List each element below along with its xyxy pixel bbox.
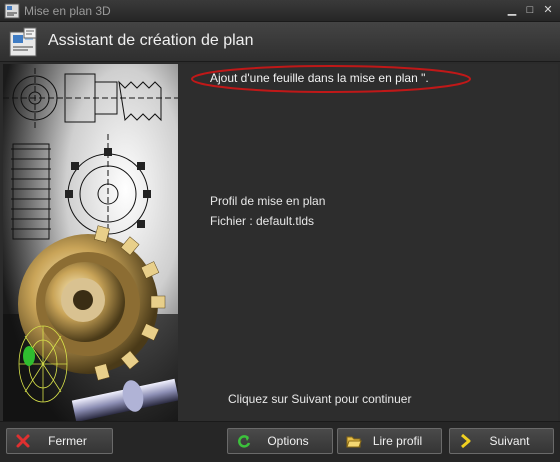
title-bar: Mise en plan 3D ▁ □ ✕ <box>0 0 560 22</box>
wizard-content: Ajout d'une feuille dans la mise en plan… <box>178 64 558 421</box>
wizard-header: Assistant de création de plan <box>0 22 560 62</box>
options-button[interactable]: Options <box>227 428 333 454</box>
load-profile-button[interactable]: Lire profil <box>337 428 442 454</box>
drawing-sheet-icon <box>9 27 37 57</box>
refresh-arrow-icon <box>238 435 251 448</box>
next-button-label: Suivant <box>489 434 530 448</box>
minimize-button[interactable]: ▁ <box>504 3 520 18</box>
profile-file-label: Fichier : default.tlds <box>210 214 315 228</box>
status-message: Ajout d'une feuille dans la mise en plan… <box>210 71 429 85</box>
open-folder-icon <box>346 436 362 448</box>
profile-label: Profil de mise en plan <box>210 194 326 208</box>
close-button-label: Fermer <box>48 434 87 448</box>
continue-hint: Cliquez sur Suivant pour continuer <box>228 392 412 406</box>
close-x-icon <box>16 434 30 448</box>
wizard-title: Assistant de création de plan <box>48 32 254 49</box>
next-button[interactable]: Suivant <box>449 428 554 454</box>
window-controls: ▁ □ ✕ <box>504 3 556 18</box>
close-window-button[interactable]: ✕ <box>540 3 556 18</box>
close-button[interactable]: Fermer <box>6 428 113 454</box>
gears-illustration <box>3 64 178 421</box>
options-button-label: Options <box>267 434 309 448</box>
app-icon <box>4 3 20 19</box>
load-profile-button-label: Lire profil <box>372 434 423 448</box>
window-title: Mise en plan 3D <box>24 4 111 18</box>
maximize-button[interactable]: □ <box>522 3 538 18</box>
chevron-right-icon <box>461 433 471 449</box>
wizard-footer: Fermer Options Lire profil Suivant <box>0 421 560 462</box>
